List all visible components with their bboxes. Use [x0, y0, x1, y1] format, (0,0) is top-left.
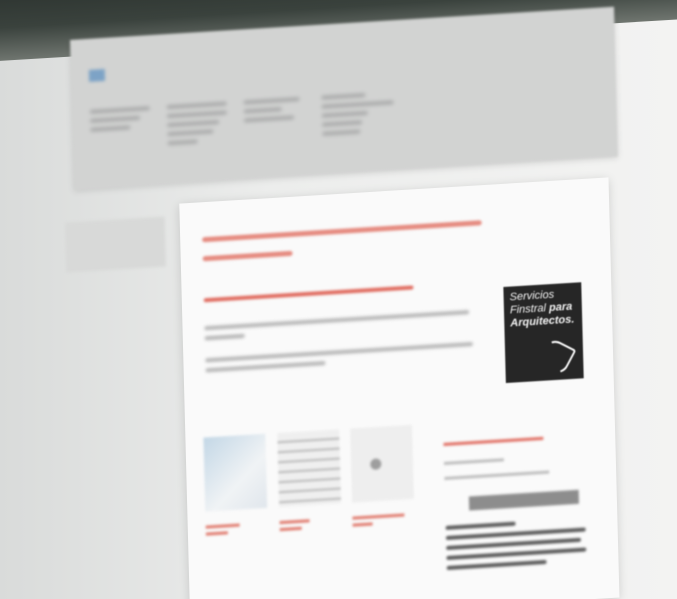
nav-column: [166, 97, 228, 151]
logo-wordmark: [108, 64, 109, 84]
section-subtitle: [203, 285, 414, 303]
top-links: [552, 16, 594, 28]
sidebar-box: [64, 216, 166, 273]
nav-column: [89, 101, 151, 137]
thumbnail-image[interactable]: [277, 429, 342, 508]
login-help-text: [445, 517, 597, 570]
thumbnail-caption[interactable]: [279, 516, 310, 535]
blurred-webpage: Servicios Finstral para Arquitectos.: [64, 6, 644, 599]
finstral-architects-badge[interactable]: Servicios Finstral para Arquitectos.: [503, 282, 584, 384]
site-logo: [88, 64, 109, 86]
login-heading: [443, 434, 593, 446]
badge-line: Arquitectos.: [510, 313, 575, 330]
badge-line-text: Finstral: [509, 302, 547, 317]
nav-column: [243, 92, 300, 127]
thumbnail-caption[interactable]: [205, 521, 240, 540]
page-title: [202, 212, 503, 275]
thumbnail-image[interactable]: [203, 433, 268, 512]
main-content: Servicios Finstral para Arquitectos.: [179, 177, 620, 599]
login-button[interactable]: [468, 489, 580, 511]
login-label: [443, 453, 594, 465]
photo-scene: Servicios Finstral para Arquitectos.: [0, 0, 677, 599]
login-label: [444, 468, 594, 480]
signature-icon: [535, 336, 577, 378]
site-header: [70, 6, 618, 191]
logo-mark-icon: [88, 69, 106, 83]
login-panel: [443, 434, 596, 576]
thumbnail-caption[interactable]: [352, 510, 405, 530]
thumbnail-image[interactable]: [350, 424, 414, 503]
badge-line-bold: para: [548, 300, 573, 315]
nav-column: [321, 86, 394, 140]
